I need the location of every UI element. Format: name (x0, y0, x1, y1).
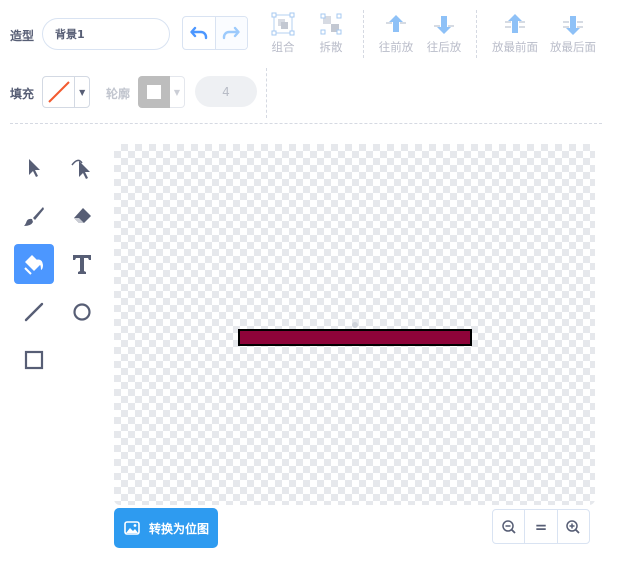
outline-swatch (138, 76, 170, 108)
zoom-controls: = (492, 509, 590, 544)
circle-tool[interactable] (62, 292, 102, 332)
reshape-tool[interactable] (62, 148, 102, 188)
ungroup-button[interactable]: 拆散 (306, 12, 356, 58)
backward-label: 往后放 (426, 40, 462, 54)
line-icon (24, 302, 44, 322)
back-arrow-icon (563, 16, 583, 35)
reshape-icon (71, 159, 90, 179)
costume-name-input[interactable] (42, 18, 170, 50)
front-button[interactable]: 放最前面 (490, 12, 540, 58)
forward-button[interactable]: 往前放 (371, 12, 421, 58)
outline-label: 轮廓 (106, 87, 131, 101)
zoom-in-icon (566, 519, 580, 534)
forward-label: 往前放 (378, 40, 414, 54)
convert-label: 转换为位图 (149, 521, 210, 536)
group-button[interactable]: 组合 (258, 12, 308, 58)
circle-icon (73, 303, 91, 321)
rectangle-shape[interactable] (238, 329, 472, 346)
outline-color-picker[interactable]: ▼ (138, 76, 186, 108)
image-icon (124, 521, 140, 535)
redo-icon (223, 26, 241, 40)
forward-arrow-icon (386, 15, 406, 32)
zoom-in-button[interactable] (556, 510, 589, 543)
select-tool[interactable] (14, 148, 54, 188)
zoom-reset-button[interactable]: = (524, 510, 556, 543)
zoom-out-button[interactable] (493, 510, 524, 543)
zoom-reset-label: = (534, 517, 548, 536)
eraser-tool[interactable] (62, 196, 102, 236)
brush-tool[interactable] (14, 196, 54, 236)
convert-to-bitmap-button[interactable]: 转换为位图 (114, 508, 218, 548)
ungroup-icon (320, 13, 342, 35)
front-arrow-icon (505, 14, 525, 33)
chevron-down-icon: ▼ (74, 77, 89, 107)
fill-none-swatch (43, 77, 74, 107)
line-tool[interactable] (14, 292, 54, 332)
paint-bucket-icon (24, 255, 43, 275)
fill-color-picker[interactable]: ▼ (42, 76, 90, 108)
back-label: 放最后面 (550, 40, 596, 54)
chevron-down-icon: ▼ (170, 76, 185, 108)
group-label: 组合 (271, 40, 295, 54)
eraser-icon (74, 208, 91, 223)
front-label: 放最前面 (492, 40, 538, 54)
text-icon (73, 255, 91, 274)
undo-icon (190, 26, 208, 40)
redo-button[interactable] (214, 17, 247, 49)
toolbar-divider (363, 10, 364, 58)
undo-redo-group (182, 16, 248, 50)
arrow-icon (29, 159, 40, 177)
group-icon (271, 12, 295, 36)
costume-label: 造型 (10, 29, 35, 43)
fill-label: 填充 (10, 87, 35, 101)
fill-tool[interactable] (14, 244, 54, 284)
zoom-out-icon (501, 519, 516, 534)
backward-arrow-icon (434, 16, 454, 34)
backward-button[interactable]: 往后放 (419, 12, 469, 58)
rectangle-tool[interactable] (14, 340, 54, 380)
outline-width-input[interactable] (195, 76, 257, 107)
paint-canvas[interactable] (114, 144, 595, 505)
canvas-center-marker (352, 322, 358, 328)
brush-icon (24, 207, 44, 226)
toolbar-divider (266, 68, 267, 118)
ungroup-label: 拆散 (319, 40, 343, 54)
text-tool[interactable] (62, 244, 102, 284)
back-button[interactable]: 放最后面 (548, 12, 598, 58)
rectangle-icon (24, 350, 44, 370)
undo-button[interactable] (183, 17, 215, 49)
toolbar-divider (476, 10, 477, 58)
toolbar-bottom-divider (10, 123, 602, 124)
